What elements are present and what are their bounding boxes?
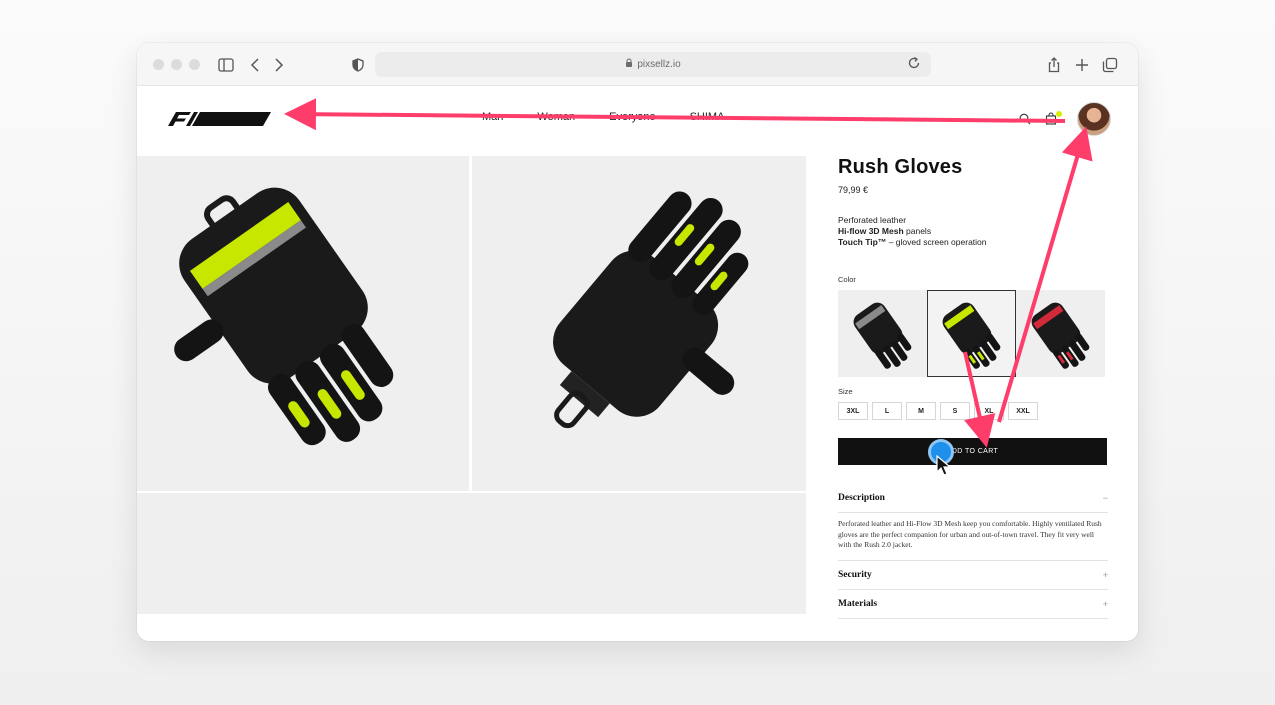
glove-palm-image xyxy=(553,191,749,429)
size-option-xl[interactable]: XL xyxy=(974,402,1004,420)
mouse-cursor-icon xyxy=(936,455,952,476)
accordion-title: Description xyxy=(838,493,885,503)
feature-list: Perforated leather Hi-flow 3D Mesh panel… xyxy=(838,215,1108,248)
url-text: pixsellz.io xyxy=(637,59,681,70)
expand-icon[interactable]: + xyxy=(1103,570,1108,580)
color-swatch-black-fluo[interactable] xyxy=(927,290,1016,377)
product-title: Rush Gloves xyxy=(838,156,963,178)
collapse-icon[interactable]: − xyxy=(1103,493,1108,503)
size-option-3xl[interactable]: 3XL xyxy=(838,402,868,420)
add-to-cart-button[interactable]: ADD TO CART xyxy=(838,438,1107,465)
expand-icon[interactable]: + xyxy=(1103,599,1108,609)
maximize-window-button[interactable] xyxy=(189,59,200,70)
share-icon[interactable] xyxy=(1043,54,1065,76)
size-label: Size xyxy=(838,387,853,396)
accordion-header[interactable]: Materials + xyxy=(838,590,1108,618)
color-swatch-black-grey[interactable] xyxy=(838,290,927,377)
reload-icon[interactable] xyxy=(907,56,921,73)
color-swatch-black-red[interactable] xyxy=(1016,290,1105,377)
size-option-l[interactable]: L xyxy=(872,402,902,420)
new-tab-icon[interactable] xyxy=(1071,54,1093,76)
feature-item: Touch Tip™ – gloved screen operation xyxy=(838,237,987,247)
nav-item-shima[interactable]: SHIMA xyxy=(690,111,725,123)
feature-item: Perforated leather xyxy=(838,215,907,225)
minimize-window-button[interactable] xyxy=(171,59,182,70)
color-label: Color xyxy=(838,275,856,284)
nav-item-everyone[interactable]: Everyone xyxy=(609,111,655,123)
size-options: 3XL L M S XL XXL xyxy=(838,402,1108,420)
feature-item: Hi-flow 3D Mesh panels xyxy=(838,226,932,236)
browser-window: pixsellz.io Man Woman Everyone SHIMA Rus… xyxy=(137,43,1138,641)
back-icon[interactable] xyxy=(244,54,266,76)
product-accordion: Description − Perforated leather and Hi-… xyxy=(838,484,1108,619)
accordion-security: Security + xyxy=(838,561,1108,590)
product-image-placeholder xyxy=(137,493,806,614)
accordion-title: Materials xyxy=(838,598,878,609)
size-option-m[interactable]: M xyxy=(906,402,936,420)
color-swatches xyxy=(838,290,1108,377)
description-text: Perforated leather and Hi-Flow 3D Mesh k… xyxy=(838,512,1108,560)
brand-logo[interactable] xyxy=(164,111,271,132)
size-option-xxl[interactable]: XXL xyxy=(1008,402,1038,420)
product-image-front[interactable] xyxy=(137,156,469,491)
lock-icon xyxy=(625,58,633,71)
close-window-button[interactable] xyxy=(153,59,164,70)
address-bar[interactable]: pixsellz.io xyxy=(375,52,931,77)
browser-toolbar: pixsellz.io xyxy=(137,43,1138,86)
product-price: 79,99 € xyxy=(838,185,869,195)
product-panel: Rush Gloves 79,99 € Perforated leather H… xyxy=(838,156,1108,619)
tab-overview-icon[interactable] xyxy=(1099,54,1121,76)
main-nav: Man Woman Everyone SHIMA xyxy=(482,111,724,123)
user-avatar[interactable] xyxy=(1077,102,1111,136)
accordion-title: Security xyxy=(838,569,872,580)
nav-item-woman[interactable]: Woman xyxy=(537,111,575,123)
search-icon[interactable] xyxy=(1019,112,1031,130)
privacy-shield-icon[interactable] xyxy=(347,54,369,76)
site-header: Man Woman Everyone SHIMA xyxy=(137,86,1138,156)
size-option-s[interactable]: S xyxy=(940,402,970,420)
nav-item-man[interactable]: Man xyxy=(482,111,503,123)
accordion-header[interactable]: Description − xyxy=(838,484,1108,512)
sidebar-toggle-icon[interactable] xyxy=(215,54,237,76)
glove-front-image xyxy=(174,187,394,446)
accordion-header[interactable]: Security + xyxy=(838,561,1108,589)
accordion-materials: Materials + xyxy=(838,590,1108,619)
product-image-palm[interactable] xyxy=(472,156,806,491)
forward-icon[interactable] xyxy=(268,54,290,76)
accordion-description: Description − Perforated leather and Hi-… xyxy=(838,484,1108,561)
cart-badge xyxy=(1056,111,1062,117)
